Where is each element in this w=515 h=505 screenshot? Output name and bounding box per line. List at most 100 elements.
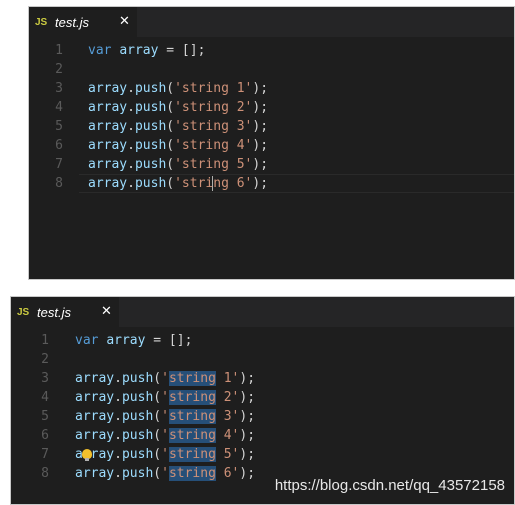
code-token: push: [134, 100, 167, 115]
code-token: ': [161, 409, 169, 424]
code-line[interactable]: 4 array.push('string 2');: [11, 388, 514, 407]
close-icon[interactable]: ✕: [101, 304, 112, 319]
code-token: .: [127, 100, 135, 115]
code-token: push: [134, 81, 167, 96]
code-token: (: [153, 371, 162, 386]
code-token: array: [88, 119, 128, 134]
code-token: .: [114, 390, 122, 405]
code-token: string: [168, 371, 216, 386]
close-icon[interactable]: ✕: [119, 14, 130, 29]
code-token: array: [75, 390, 115, 405]
code-line[interactable]: 6 array.push('string 4');: [29, 136, 514, 155]
code-token: string: [168, 466, 216, 481]
line-code: array.push('string 2');: [88, 98, 268, 117]
line-code: array.push('string 6');: [88, 174, 268, 193]
code-token: (: [166, 119, 175, 134]
code-token: (: [153, 390, 162, 405]
code-line[interactable]: 1 var array = [];: [29, 41, 514, 60]
line-code: array.push('string 6');: [75, 464, 255, 483]
code-token: 5': [215, 447, 240, 462]
code-token: string: [168, 428, 216, 443]
code-line[interactable]: 8 array.push('string 6');: [29, 174, 514, 193]
code-token: 3': [215, 409, 240, 424]
code-token: );: [239, 371, 256, 386]
code-token: string: [168, 409, 216, 424]
code-token: );: [252, 119, 269, 134]
code-token: array: [88, 100, 128, 115]
code-line[interactable]: 5 array.push('string 3');: [29, 117, 514, 136]
code-line[interactable]: 7 array.push('string 5');: [11, 445, 514, 464]
code-token: array: [75, 466, 115, 481]
code-token: ': [161, 371, 169, 386]
tab-bar: JS test.js ✕: [29, 7, 514, 37]
line-number: 5: [55, 119, 63, 134]
code-token: array: [75, 428, 115, 443]
code-token: 'string 5': [174, 157, 253, 172]
code-token: (: [166, 138, 175, 153]
code-token: .: [114, 409, 122, 424]
line-number: 1: [41, 333, 49, 348]
code-token: .: [127, 138, 135, 153]
code-token: );: [239, 390, 256, 405]
code-token: );: [239, 447, 256, 462]
line-code: var array = [];: [75, 331, 192, 350]
line-code: array.push('string 3');: [75, 407, 255, 426]
code-line[interactable]: 2: [11, 350, 514, 369]
code-token: .: [127, 81, 135, 96]
code-token: var: [75, 333, 99, 348]
code-token: .: [114, 466, 122, 481]
lightbulb-icon[interactable]: [82, 449, 92, 461]
line-code: array.push('string 4');: [88, 136, 268, 155]
code-line[interactable]: 6 array.push('string 4');: [11, 426, 514, 445]
code-token: string: [168, 390, 216, 405]
code-line[interactable]: 7 array.push('string 5');: [29, 155, 514, 174]
code-token: 2': [215, 390, 240, 405]
tab-filename: test.js: [55, 14, 89, 30]
code-token: push: [134, 176, 167, 191]
line-code: array.push('string 5');: [75, 445, 255, 464]
code-area[interactable]: 1 var array = []; 2 3 array.push('string 1')…: [11, 331, 514, 483]
code-token: .: [127, 157, 135, 172]
code-line[interactable]: 3 array.push('string 1');: [29, 79, 514, 98]
line-code: array.push('string 1');: [75, 369, 255, 388]
code-token: (: [166, 81, 175, 96]
code-token: );: [252, 81, 269, 96]
code-line[interactable]: 1 var array = [];: [11, 331, 514, 350]
code-token: array: [75, 371, 115, 386]
code-token: );: [252, 100, 269, 115]
code-token: .: [114, 447, 122, 462]
tab-bar: JS test.js ✕: [11, 297, 514, 327]
code-line[interactable]: 5 array.push('string 3');: [11, 407, 514, 426]
code-token: .: [114, 428, 122, 443]
code-token: push: [121, 371, 154, 386]
code-token: var: [88, 43, 112, 58]
code-token: 1': [215, 371, 240, 386]
line-number: 7: [55, 157, 63, 172]
code-token: push: [134, 119, 167, 134]
line-code: array.push('string 2');: [75, 388, 255, 407]
line-number: 1: [55, 43, 63, 58]
code-token: = [];: [145, 333, 193, 348]
code-token: push: [121, 428, 154, 443]
line-number: 5: [41, 409, 49, 424]
code-token: (: [153, 447, 162, 462]
code-line[interactable]: 4 array.push('string 2');: [29, 98, 514, 117]
code-token: ': [161, 390, 169, 405]
code-token: array: [75, 409, 115, 424]
js-file-icon: JS: [35, 16, 48, 28]
code-area[interactable]: 1 var array = []; 2 3 array.push('string 1')…: [29, 41, 514, 193]
tab-test-js[interactable]: JS test.js ✕: [29, 7, 137, 37]
code-token: 'string 2': [174, 100, 253, 115]
code-token: 'string 6': [174, 176, 253, 191]
code-token: push: [121, 466, 154, 481]
code-token: array: [88, 176, 128, 191]
code-token: .: [127, 119, 135, 134]
text-cursor: [212, 176, 213, 191]
code-line[interactable]: 3 array.push('string 1');: [11, 369, 514, 388]
code-token: 'string 3': [174, 119, 253, 134]
code-token: (: [153, 428, 162, 443]
tab-test-js[interactable]: JS test.js ✕: [11, 297, 119, 327]
code-token: 6': [215, 466, 240, 481]
code-line[interactable]: 2: [29, 60, 514, 79]
line-number: 6: [41, 428, 49, 443]
